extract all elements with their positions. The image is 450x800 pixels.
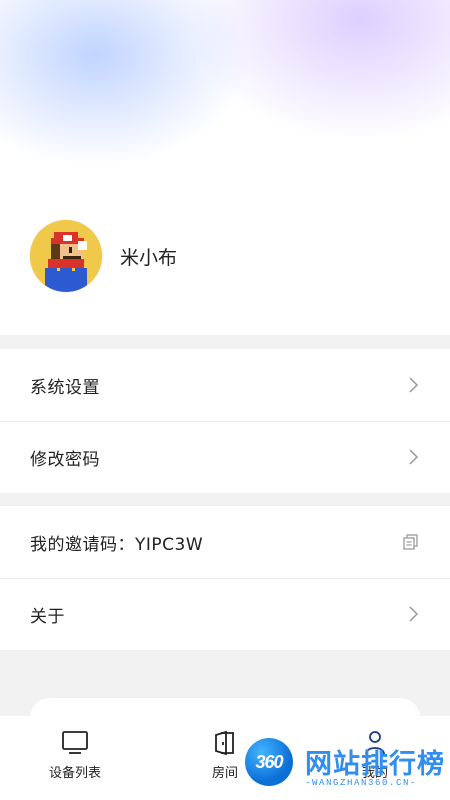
watermark-title: 网站排行榜 — [305, 749, 445, 780]
watermark-360-logo: 360 — [245, 738, 293, 786]
info-group: 我的邀请码：YIPC3W 关于 — [0, 506, 450, 650]
system-settings-row[interactable]: 系统设置 — [0, 349, 450, 421]
watermark-badge: 360 — [255, 751, 283, 772]
chevron-right-icon — [409, 449, 419, 465]
copy-icon[interactable] — [402, 533, 420, 551]
nav-room-label: 房间 — [211, 766, 238, 781]
avatar[interactable] — [30, 220, 102, 292]
invite-code-row[interactable]: 我的邀请码：YIPC3W — [0, 506, 450, 578]
watermark-subtitle: -WANGZHAN360.CN- — [305, 778, 418, 788]
nav-device-list[interactable]: 设备列表 — [30, 730, 120, 781]
invite-code-label: 我的邀请码：YIPC3W — [30, 534, 204, 555]
chevron-right-icon — [409, 377, 419, 393]
door-icon — [215, 730, 234, 756]
about-row[interactable]: 关于 — [0, 578, 450, 650]
tv-icon — [62, 731, 88, 754]
about-label: 关于 — [30, 606, 65, 627]
change-password-row[interactable]: 修改密码 — [0, 421, 450, 493]
watermark: 360 网站排行榜 -WANGZHAN360.CN- — [245, 738, 450, 796]
chevron-right-icon — [409, 606, 419, 622]
system-settings-label: 系统设置 — [30, 377, 100, 398]
nav-device-list-label: 设备列表 — [48, 766, 101, 781]
change-password-label: 修改密码 — [30, 449, 100, 470]
username: 米小布 — [120, 247, 178, 269]
mario-avatar-image — [30, 220, 102, 292]
settings-group: 系统设置 修改密码 — [0, 349, 450, 493]
